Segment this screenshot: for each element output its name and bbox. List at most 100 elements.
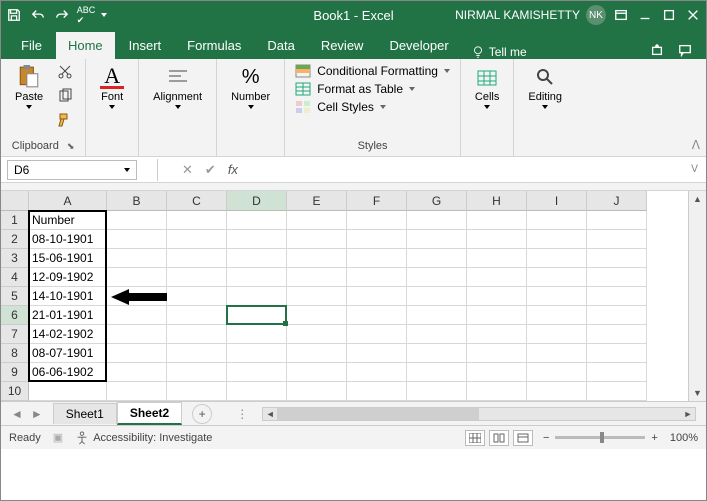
- minimize-icon[interactable]: [636, 6, 654, 24]
- tab-data[interactable]: Data: [255, 32, 306, 59]
- name-box[interactable]: D6: [7, 160, 137, 180]
- cell[interactable]: [527, 325, 587, 344]
- cell[interactable]: [407, 344, 467, 363]
- copy-icon[interactable]: [55, 87, 75, 105]
- comments-icon[interactable]: [676, 41, 694, 59]
- cell[interactable]: [227, 344, 287, 363]
- col-header[interactable]: D: [227, 191, 287, 211]
- cell[interactable]: [167, 306, 227, 325]
- cell[interactable]: [407, 249, 467, 268]
- row-header[interactable]: 5: [1, 287, 29, 306]
- cell[interactable]: 08-07-1901: [29, 344, 107, 363]
- page-break-view-icon[interactable]: [513, 430, 533, 446]
- format-as-table-button[interactable]: Format as Table: [295, 81, 450, 97]
- col-header[interactable]: I: [527, 191, 587, 211]
- cell[interactable]: [167, 268, 227, 287]
- cell[interactable]: [347, 230, 407, 249]
- tab-insert[interactable]: Insert: [117, 32, 174, 59]
- cell[interactable]: [107, 268, 167, 287]
- cell[interactable]: [527, 382, 587, 401]
- select-all-corner[interactable]: [1, 191, 29, 211]
- cell[interactable]: [587, 268, 647, 287]
- next-sheet-icon[interactable]: ►: [31, 407, 43, 421]
- horizontal-scrollbar[interactable]: ◄ ►: [262, 407, 696, 421]
- cell[interactable]: [467, 344, 527, 363]
- col-header[interactable]: C: [167, 191, 227, 211]
- spreadsheet-grid[interactable]: A B C D E F G H I J 1 2 3 4 5 6 7 8 9 10: [1, 191, 706, 401]
- sheet-tab[interactable]: Sheet2: [117, 402, 182, 425]
- cell[interactable]: [167, 325, 227, 344]
- cell[interactable]: [407, 306, 467, 325]
- row-header[interactable]: 1: [1, 211, 29, 230]
- macro-record-icon[interactable]: ▣: [53, 431, 63, 444]
- tab-developer[interactable]: Developer: [377, 32, 460, 59]
- collapse-ribbon-icon[interactable]: ᐱ: [692, 138, 700, 152]
- cell[interactable]: [107, 287, 167, 306]
- normal-view-icon[interactable]: [465, 430, 485, 446]
- cell[interactable]: 15-06-1901: [29, 249, 107, 268]
- cell[interactable]: [287, 287, 347, 306]
- cell[interactable]: [227, 382, 287, 401]
- cell[interactable]: [467, 306, 527, 325]
- scroll-up-icon[interactable]: ▲: [689, 191, 706, 207]
- cell[interactable]: [227, 211, 287, 230]
- tab-review[interactable]: Review: [309, 32, 376, 59]
- spellcheck-icon[interactable]: ABC✔: [77, 6, 95, 24]
- col-header[interactable]: A: [29, 191, 107, 211]
- prev-sheet-icon[interactable]: ◄: [11, 407, 23, 421]
- cell[interactable]: [227, 268, 287, 287]
- cell[interactable]: [167, 230, 227, 249]
- zoom-in-icon[interactable]: +: [651, 432, 657, 444]
- cell[interactable]: [407, 268, 467, 287]
- cell[interactable]: [467, 211, 527, 230]
- cell[interactable]: [407, 382, 467, 401]
- cell[interactable]: 14-10-1901: [29, 287, 107, 306]
- cell[interactable]: [167, 211, 227, 230]
- cell[interactable]: 12-09-1902: [29, 268, 107, 287]
- col-header[interactable]: F: [347, 191, 407, 211]
- formula-input[interactable]: [246, 160, 683, 180]
- cell[interactable]: [287, 211, 347, 230]
- cell[interactable]: [287, 344, 347, 363]
- scroll-left-icon[interactable]: ◄: [263, 409, 277, 419]
- zoom-out-icon[interactable]: −: [543, 432, 549, 444]
- cell[interactable]: [227, 363, 287, 382]
- tab-file[interactable]: File: [9, 32, 54, 59]
- cell[interactable]: [227, 287, 287, 306]
- cell[interactable]: [167, 363, 227, 382]
- enter-formula-icon[interactable]: ✔: [205, 162, 216, 178]
- scroll-right-icon[interactable]: ►: [681, 409, 695, 419]
- cell[interactable]: [407, 230, 467, 249]
- ribbon-display-icon[interactable]: [612, 6, 630, 24]
- number-button[interactable]: %Number: [227, 63, 274, 111]
- cell[interactable]: [467, 325, 527, 344]
- paste-button[interactable]: Paste: [11, 63, 47, 111]
- cut-icon[interactable]: [55, 63, 75, 81]
- redo-icon[interactable]: [53, 6, 71, 24]
- zoom-slider[interactable]: [555, 436, 645, 439]
- share-icon[interactable]: [648, 41, 666, 59]
- cell[interactable]: [347, 211, 407, 230]
- cell[interactable]: [287, 268, 347, 287]
- dialog-launcher-icon[interactable]: ⬊: [67, 141, 75, 152]
- tab-formulas[interactable]: Formulas: [175, 32, 253, 59]
- row-header[interactable]: 6: [1, 306, 29, 325]
- cell[interactable]: [467, 230, 527, 249]
- cell[interactable]: [527, 363, 587, 382]
- cell[interactable]: [347, 325, 407, 344]
- row-header[interactable]: 7: [1, 325, 29, 344]
- cell[interactable]: [527, 249, 587, 268]
- cell[interactable]: [467, 363, 527, 382]
- cell[interactable]: [587, 287, 647, 306]
- cell[interactable]: [467, 287, 527, 306]
- editing-button[interactable]: Editing: [524, 63, 566, 111]
- sheet-tab[interactable]: Sheet1: [53, 403, 117, 424]
- cancel-formula-icon[interactable]: ✕: [182, 162, 193, 178]
- cell[interactable]: [347, 306, 407, 325]
- add-sheet-button[interactable]: +: [192, 404, 212, 424]
- col-header[interactable]: J: [587, 191, 647, 211]
- cell[interactable]: [107, 382, 167, 401]
- cell[interactable]: [287, 382, 347, 401]
- tell-me[interactable]: Tell me: [471, 45, 527, 59]
- cell[interactable]: [587, 306, 647, 325]
